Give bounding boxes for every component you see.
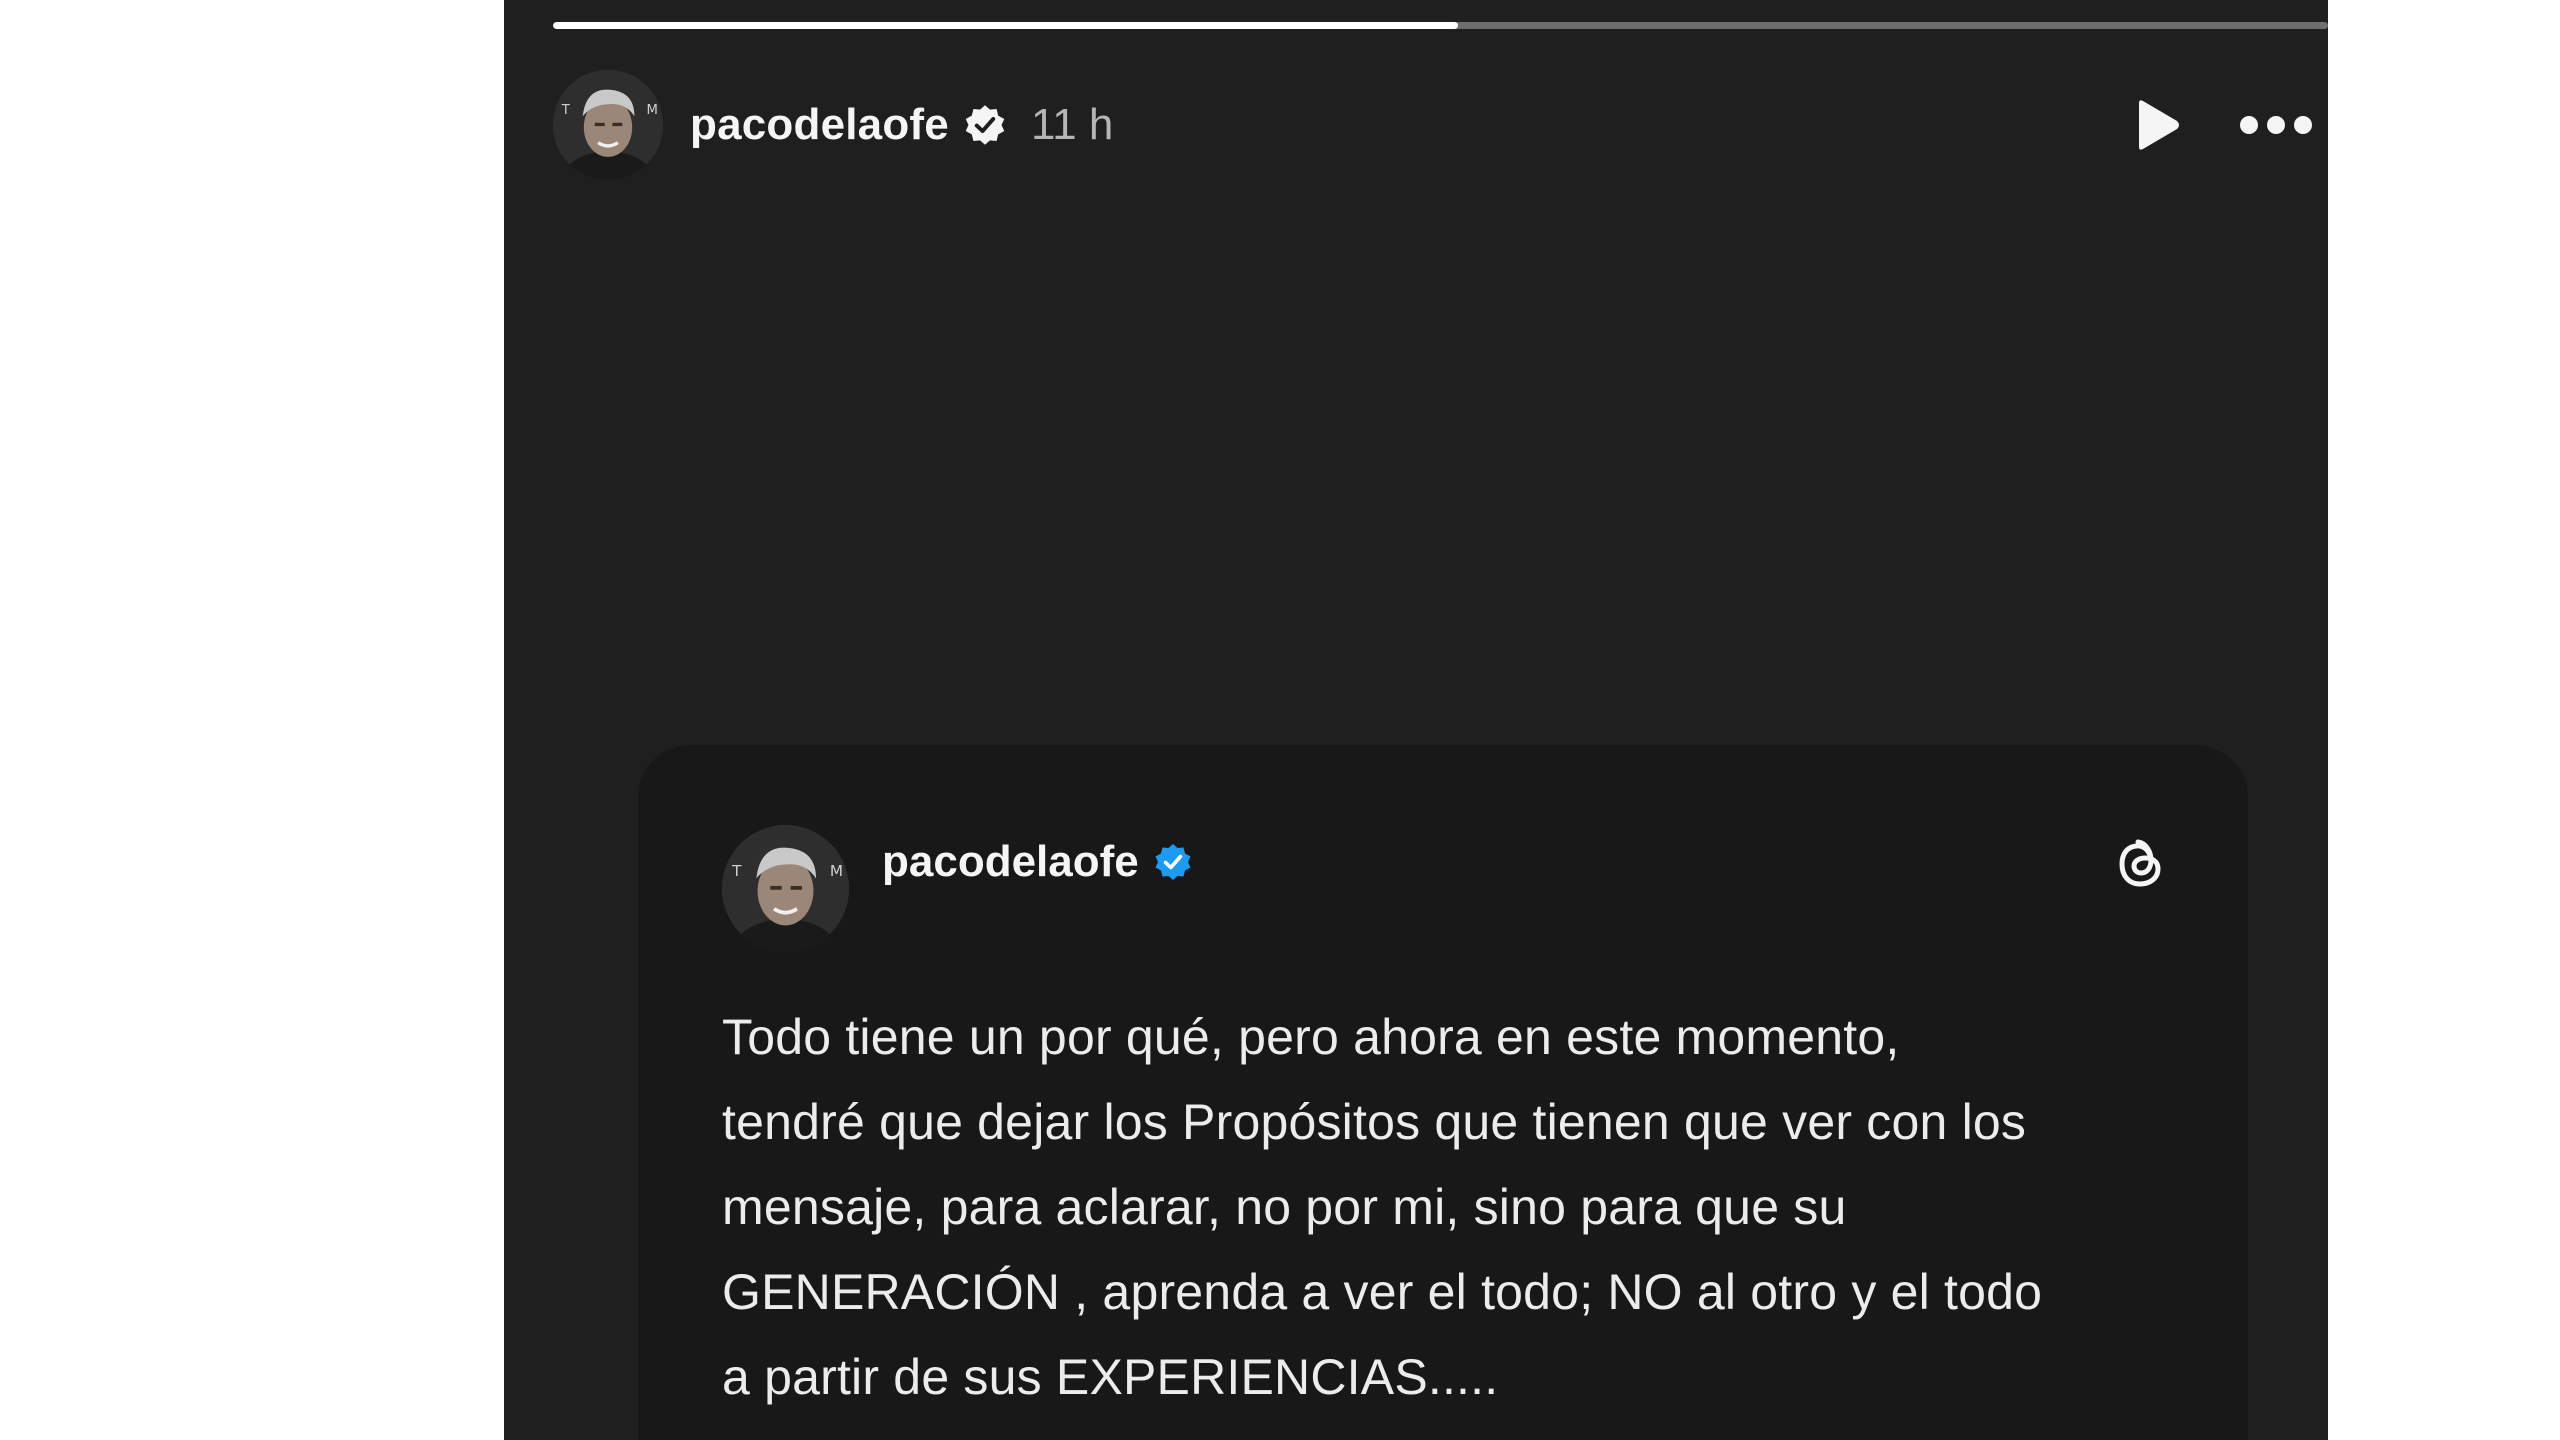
avatar-image: T M [553,70,663,180]
page: T M pacodelaofe 11 h T M pacodelaofe Tod… [0,0,2560,1440]
post-author: pacodelaofe [882,837,1193,887]
post-avatar-image: T M [722,825,849,952]
svg-text:M: M [830,862,843,880]
post-body: Todo tiene un por qué, pero ahora en est… [722,995,2182,1420]
threads-post-card[interactable]: T M pacodelaofe Todo tiene un por qué, p… [638,745,2248,1440]
post-text-line: Todo tiene un por qué, pero ahora en est… [722,1009,1900,1065]
play-icon [2139,100,2179,150]
post-text-line: tendré que dejar los Propósitos que tien… [722,1094,2027,1150]
avatar[interactable]: T M [553,70,663,180]
story-viewer[interactable]: T M pacodelaofe 11 h T M pacodelaofe Tod… [504,0,2328,1440]
more-options-button[interactable] [2239,113,2313,137]
header-actions [2131,97,2313,153]
post-text-line: a partir de sus EXPERIENCIAS..... [722,1349,1499,1405]
post-text-line: mensaje, para aclarar, no por mi, sino p… [722,1179,1847,1235]
post-username[interactable]: pacodelaofe [882,837,1139,887]
svg-text:T: T [561,103,571,118]
story-progress-fill [553,22,1459,29]
svg-text:T: T [731,862,742,880]
verified-badge-icon [963,103,1007,147]
more-horizontal-icon [2240,116,2312,134]
story-timestamp: 11 h [1030,100,1114,149]
post-card-header: T M pacodelaofe [722,825,2168,955]
story-progress-bar [553,22,2328,29]
play-button[interactable] [2131,97,2183,153]
post-avatar[interactable]: T M [722,825,849,952]
story-header: T M pacodelaofe 11 h [553,70,2313,180]
post-text-line: GENERACIÓN , aprenda a ver el todo; NO a… [722,1264,2043,1320]
svg-text:M: M [647,103,658,118]
verified-badge-blue-icon [1153,842,1193,882]
threads-logo-icon[interactable] [2112,833,2168,893]
story-username[interactable]: pacodelaofe [690,100,949,150]
